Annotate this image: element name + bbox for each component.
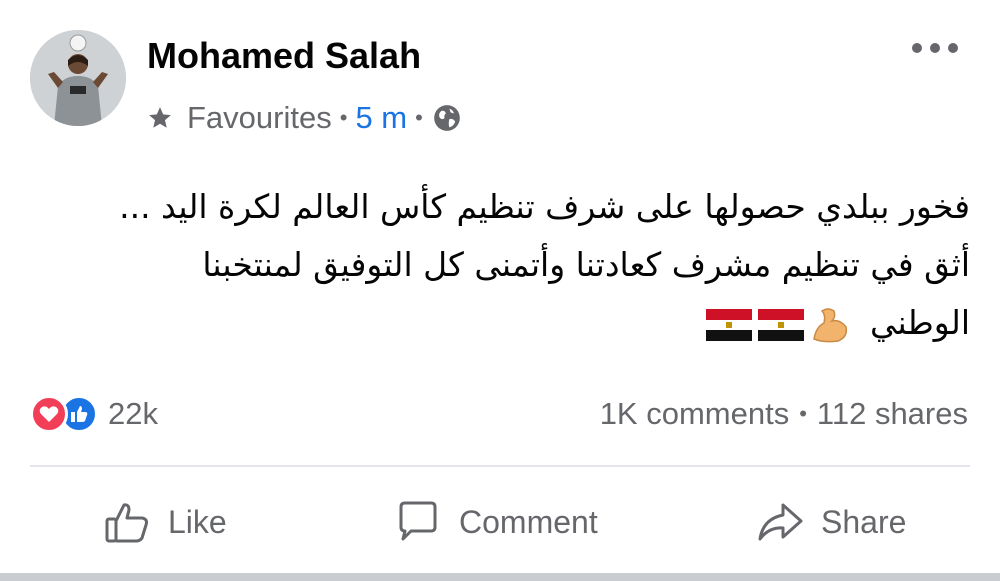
star-icon [149,107,171,128]
comment-button[interactable]: Comment [393,496,598,548]
post-stats: 1K comments • 112 shares [600,394,968,434]
share-label: Share [821,503,907,540]
thumbs-up-icon [105,503,148,543]
post-text: فخور ببلدي حصولها على شرف تنظيم كأس العا… [50,178,970,352]
dot-icon [948,43,958,53]
comments-count[interactable]: 1K comments [600,396,790,432]
share-button[interactable]: Share [755,496,906,548]
stats-separator: • [799,401,807,426]
avatar-photo [30,30,126,126]
author-name[interactable]: Mohamed Salah [147,34,421,78]
share-arrow-icon [758,503,803,541]
like-label: Like [168,503,227,540]
love-reaction-icon [30,395,68,433]
facebook-post: Mohamed Salah Favourites • 5 m • فخور بب… [0,0,1000,581]
post-text-last-line: الوطني [50,294,970,352]
meta-separator: • [339,105,348,130]
egypt-flag-emoji [757,308,804,341]
more-options-icon[interactable] [912,36,958,60]
like-button[interactable]: Like [102,496,227,548]
globe-icon[interactable] [433,104,461,132]
post-text-line: الوطني [870,303,970,342]
post-text-line: فخور ببلدي حصولها على شرف تنظيم كأس العا… [119,187,970,226]
dot-icon [930,43,940,53]
author-avatar[interactable] [30,30,126,126]
dot-icon [912,43,922,53]
shares-count[interactable]: 112 shares [817,396,968,432]
egypt-flag-emoji [705,308,752,341]
comment-label: Comment [459,503,598,540]
feed-separator [0,573,1000,581]
emoji-group [705,305,850,345]
post-time[interactable]: 5 m [355,100,407,136]
reaction-count: 22k [108,396,158,431]
flexed-biceps-emoji [812,307,847,342]
comment-icon [399,501,437,541]
divider [30,465,970,467]
reactions-summary[interactable]: 22k [30,394,158,434]
meta-separator: • [415,105,423,130]
post-meta: Favourites • 5 m • [147,98,461,138]
audience-label[interactable]: Favourites [187,100,332,136]
post-text-line: أثق في تنظيم مشرف كعادتنا وأتمنى كل التو… [202,245,970,284]
